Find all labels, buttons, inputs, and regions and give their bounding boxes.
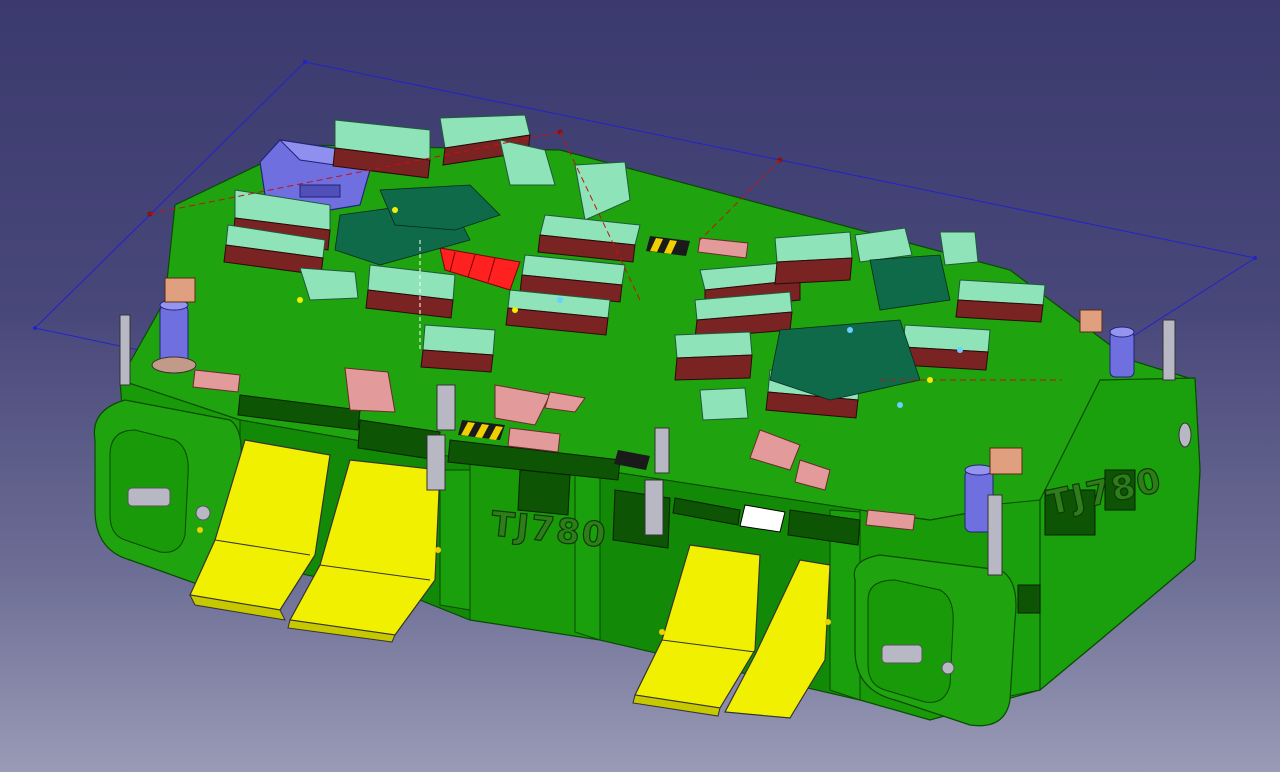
clamp-unit bbox=[694, 291, 793, 339]
clamp-unit bbox=[420, 324, 496, 373]
clamp-unit bbox=[499, 139, 556, 186]
fixture-model-canvas[interactable]: TJ780 TJ780 bbox=[0, 0, 1280, 772]
catia-3d-viewport[interactable]: TJ780 TJ780 bbox=[0, 0, 1280, 772]
right-pin bbox=[881, 644, 923, 664]
clamp-unit bbox=[699, 387, 749, 421]
pillar-back-right bbox=[1109, 331, 1135, 378]
clamp-unit bbox=[299, 267, 359, 301]
clamp-unit bbox=[955, 279, 1046, 323]
left-pin bbox=[127, 487, 171, 507]
clamp-unit bbox=[674, 331, 753, 381]
clamp-unit bbox=[774, 231, 853, 285]
clamp-unit bbox=[939, 231, 979, 266]
pillar-front-left bbox=[159, 304, 189, 366]
clamp-unit bbox=[365, 264, 456, 319]
